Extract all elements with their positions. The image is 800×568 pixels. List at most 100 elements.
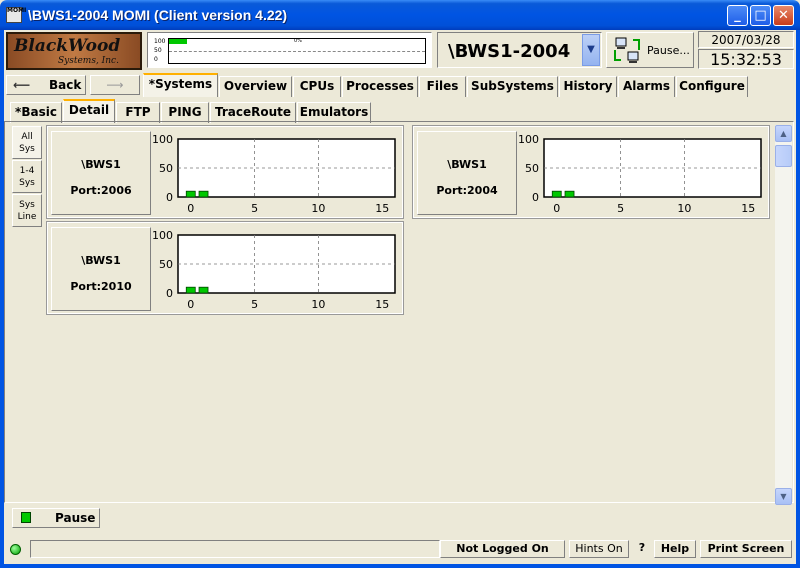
- status-message: [30, 540, 440, 558]
- subtab-ping[interactable]: PING: [161, 102, 209, 123]
- pause-button[interactable]: Pause: [12, 508, 100, 528]
- subtab-basic[interactable]: *Basic: [10, 102, 62, 123]
- chevron-down-icon[interactable]: ▼: [582, 34, 600, 66]
- subtab-ftp[interactable]: FTP: [116, 102, 160, 123]
- x-tick-label: 10: [311, 202, 325, 215]
- system-port: Port:2006: [70, 184, 132, 197]
- help-question-icon[interactable]: ?: [634, 540, 650, 558]
- title-bar: MOMI \BWS1-2004 MOMI (Client version 4.2…: [0, 0, 800, 30]
- mini-cpu-graph: 100 50 0 0%: [147, 32, 432, 68]
- app-icon[interactable]: MOMI: [6, 7, 26, 23]
- mini-graph-percent: 0%: [294, 38, 302, 44]
- scroll-up-icon[interactable]: ▲: [775, 125, 792, 142]
- tab-subsystems[interactable]: SubSystems: [467, 76, 558, 97]
- all-sys-button[interactable]: All Sys: [12, 126, 42, 159]
- tab-overview[interactable]: Overview: [219, 76, 292, 97]
- x-tick-label: 0: [187, 298, 194, 311]
- mini-graph-gridline: [169, 51, 425, 52]
- y-tick-label: 50: [159, 162, 173, 175]
- tab-systems[interactable]: *Systems: [143, 73, 218, 97]
- blackwood-logo: BlackWood Systems, Inc.: [6, 32, 142, 70]
- window-title: \BWS1-2004 MOMI (Client version 4.22): [28, 7, 288, 23]
- help-button[interactable]: Help: [654, 540, 696, 558]
- system-label-button[interactable]: \BWS1 Port:2006: [51, 131, 151, 215]
- y-tick-label: 100: [152, 229, 173, 242]
- x-tick-label: 10: [677, 202, 691, 215]
- system-label-button[interactable]: \BWS1 Port:2010: [51, 227, 151, 311]
- date-display: 2007/03/28: [698, 31, 794, 48]
- system-selector[interactable]: \BWS1-2004 ▼: [437, 32, 602, 68]
- print-screen-button[interactable]: Print Screen: [700, 540, 792, 558]
- scroll-thumb[interactable]: [775, 145, 792, 167]
- y-tick-label: 0: [532, 191, 539, 204]
- cpu-bar: [564, 190, 575, 198]
- pause-refresh-button[interactable]: Pause...: [606, 32, 694, 68]
- x-tick-label: 15: [741, 202, 755, 215]
- x-tick-label: 5: [251, 298, 258, 311]
- x-tick-label: 5: [251, 202, 258, 215]
- tab-alarms[interactable]: Alarms: [618, 76, 675, 97]
- back-label: Back: [49, 78, 82, 92]
- system-label-button[interactable]: \BWS1 Port:2004: [417, 131, 517, 215]
- subtab-emulators[interactable]: Emulators: [297, 102, 371, 123]
- not-logged-on-button[interactable]: Not Logged On: [440, 540, 565, 558]
- y-tick-label: 50: [525, 162, 539, 175]
- back-arrow-icon: ⟵: [13, 78, 31, 92]
- pause-button-label: Pause: [55, 511, 96, 525]
- subtab-traceroute[interactable]: TraceRoute: [210, 102, 296, 123]
- system-panel: \BWS1 Port:2004 100 50 0 0 5 10 15: [412, 125, 770, 219]
- status-bar: Not Logged On Hints On ? Help Print Scre…: [4, 538, 794, 560]
- y-tick-label: 100: [518, 133, 539, 146]
- hints-on-button[interactable]: Hints On: [569, 540, 629, 558]
- back-button[interactable]: ⟵ Back: [6, 75, 86, 95]
- x-tick-label: 0: [553, 202, 560, 215]
- cpu-busy-chart: 100 50 0 0 5 10 15: [518, 133, 762, 215]
- scroll-down-icon[interactable]: ▼: [775, 488, 792, 505]
- app-icon-text: MOMI: [7, 7, 27, 14]
- date-time-display: 2007/03/28 15:32:53: [698, 31, 794, 69]
- subtab-detail[interactable]: Detail: [63, 99, 115, 123]
- x-tick-label: 15: [375, 202, 389, 215]
- connection-status-icon: [10, 544, 21, 555]
- forward-arrow-icon: ⟶: [106, 78, 124, 92]
- cpu-busy-chart: 100 50 0 0 5 10 15: [152, 229, 396, 311]
- y-tick-label: 0: [166, 191, 173, 204]
- system-node-name: \BWS1: [447, 158, 487, 171]
- logo-text: BlackWood: [14, 36, 121, 56]
- y-tick-label: 100: [152, 133, 173, 146]
- one-to-four-sys-button[interactable]: 1-4 Sys: [12, 160, 42, 193]
- system-node-name: \BWS1: [81, 254, 121, 267]
- mini-scale-100: 100: [154, 38, 166, 45]
- vertical-scrollbar[interactable]: ▲ ▼: [775, 125, 792, 505]
- mini-scale-0: 0: [154, 56, 158, 63]
- mini-scale-50: 50: [154, 47, 162, 54]
- mini-graph-bar: [169, 39, 187, 44]
- one-to-four-line1: 1-4: [19, 166, 35, 176]
- cpu-bar: [185, 190, 196, 198]
- maximize-button[interactable]: □: [750, 5, 771, 26]
- x-tick-label: 5: [617, 202, 624, 215]
- logo-subtext: Systems, Inc.: [58, 56, 119, 66]
- all-sys-line1: All: [21, 132, 33, 142]
- sys-line-button[interactable]: Sys Line: [12, 194, 42, 227]
- sys-line-line2: Line: [17, 212, 37, 222]
- tab-cpus[interactable]: CPUs: [293, 76, 341, 97]
- cpu-bar: [185, 286, 196, 294]
- computers-refresh-icon: [614, 37, 640, 63]
- tab-processes[interactable]: Processes: [342, 76, 418, 97]
- x-tick-label: 0: [187, 202, 194, 215]
- y-tick-label: 0: [166, 287, 173, 300]
- forward-button[interactable]: ⟶: [90, 75, 140, 95]
- tab-history[interactable]: History: [559, 76, 617, 97]
- x-tick-label: 10: [311, 298, 325, 311]
- tab-files[interactable]: Files: [419, 76, 466, 97]
- cpu-busy-chart: 100 50 0 0 5 10 15: [152, 133, 396, 215]
- system-port: Port:2010: [70, 280, 132, 293]
- mini-graph-scale: 100 50 0: [154, 37, 165, 64]
- close-button[interactable]: ✕: [773, 5, 794, 26]
- tab-configure[interactable]: Configure: [676, 76, 748, 97]
- sys-line-line1: Sys: [19, 200, 35, 210]
- minimize-button[interactable]: _: [727, 5, 748, 26]
- y-tick-label: 50: [159, 258, 173, 271]
- system-name: \BWS1-2004: [448, 41, 571, 62]
